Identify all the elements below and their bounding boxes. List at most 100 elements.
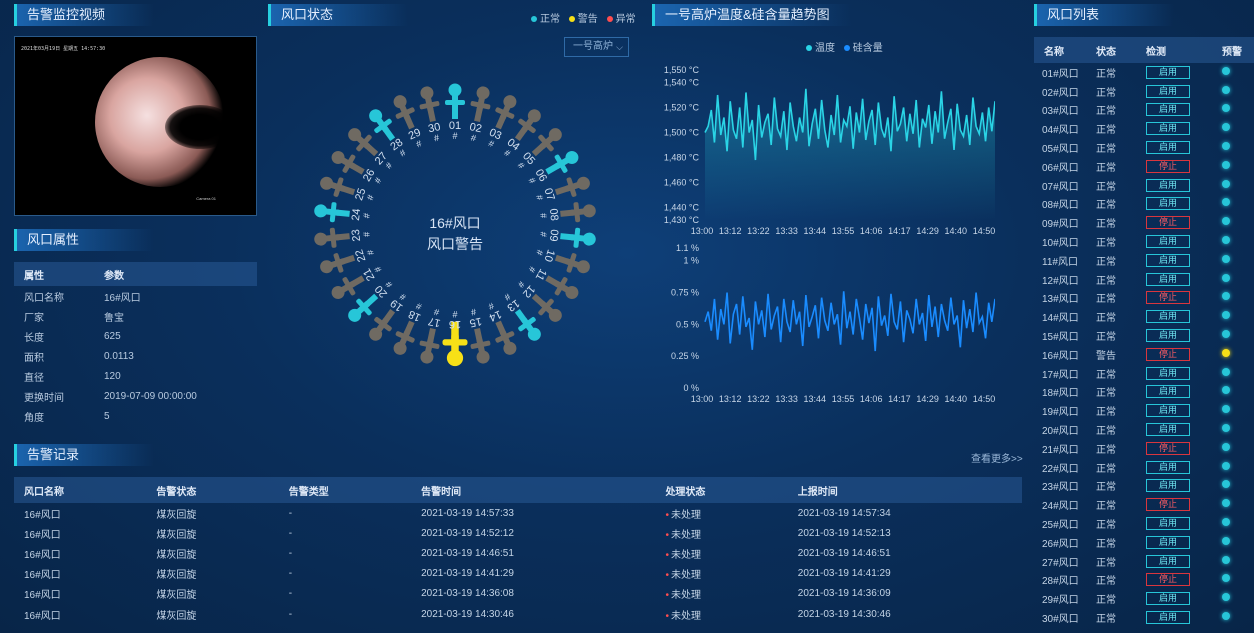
port-check-cell: 启用 [1146, 63, 1222, 82]
props-row: 面积 0.0113 [14, 346, 257, 366]
records-cell: • 未处理 [655, 523, 787, 543]
port-toggle-button[interactable]: 停止 [1146, 159, 1190, 173]
port-toggle-button[interactable]: 启用 [1146, 517, 1190, 531]
records-cell: 16#风口 [14, 523, 146, 543]
port-toggle-button[interactable]: 启用 [1146, 611, 1190, 624]
port-toggle-button[interactable]: 启用 [1146, 122, 1190, 136]
port-name: 30#风口 [1042, 614, 1079, 625]
props-row: 更换时间 2019-07-09 00:00:00 [14, 386, 257, 406]
tuyere-icon [320, 176, 356, 197]
port-status: 正常 [1096, 313, 1116, 325]
port-check-cell: 启用 [1146, 514, 1222, 533]
port-toggle-button[interactable]: 停止 [1146, 498, 1190, 512]
port-check-cell: 停止 [1146, 289, 1222, 308]
port-status: 正常 [1096, 200, 1116, 212]
port-toggle-button[interactable]: 启用 [1146, 310, 1190, 324]
chevron-down-icon: ⌵ [616, 42, 623, 52]
records-row[interactable]: 16#风口 煤灰回旋 - 2021-03-19 14:30:46 • 未处理 2021-03… [14, 604, 1022, 624]
port-check-cell: 停止 [1146, 495, 1222, 514]
port-toggle-button[interactable]: 停止 [1146, 291, 1190, 305]
records-panel-title: 告警记录 [14, 444, 154, 466]
port-row: 12#风口 正常 启用 [1034, 270, 1254, 289]
port-toggle-button[interactable]: 启用 [1146, 366, 1190, 380]
warning-led-icon [1222, 536, 1230, 545]
records-cell-text: 2021-03-19 14:57:34 [797, 507, 891, 519]
props-value: 0.0113 [104, 350, 134, 362]
port-toggle-button[interactable]: 启用 [1146, 103, 1190, 117]
port-toggle-button[interactable]: 启用 [1146, 592, 1190, 606]
port-toggle-button[interactable]: 启用 [1146, 554, 1190, 568]
port-toggle-button[interactable]: 启用 [1146, 272, 1190, 286]
records-row[interactable]: 16#风口 煤灰回旋 - 2021-03-19 14:41:29 • 未处理 2021-03… [14, 564, 1022, 584]
port-warn-cell [1222, 383, 1254, 402]
port-name: 13#风口 [1042, 294, 1079, 306]
port-toggle-button[interactable]: 启用 [1146, 385, 1190, 399]
view-more-link[interactable]: 查看更多>> [971, 450, 1023, 465]
port-toggle-button[interactable]: 停止 [1146, 441, 1190, 455]
records-cell: • 未处理 [655, 503, 787, 523]
records-cell-text: 煤灰回旋 [156, 529, 197, 541]
tuyere-hash: # [452, 309, 457, 319]
furnace-select-value: 一号高炉 [573, 41, 613, 52]
port-toggle-button[interactable]: 启用 [1146, 235, 1190, 249]
port-toggle-button[interactable]: 停止 [1146, 347, 1190, 361]
port-warn-cell [1222, 82, 1254, 101]
port-toggle-button[interactable]: 启用 [1146, 84, 1190, 98]
records-row[interactable]: 16#风口 煤灰回旋 - 2021-03-19 14:57:33 • 未处理 2021-03… [14, 503, 1022, 523]
records-row[interactable]: 16#风口 煤灰回旋 - 2021-03-19 14:52:12 • 未处理 2021-03… [14, 523, 1022, 543]
records-col-header: 告警时间 [411, 477, 656, 503]
records-col-header: 上报时间 [787, 477, 1022, 503]
tuyere-icon [495, 320, 517, 355]
warning-led-icon [1222, 85, 1230, 94]
records-row[interactable]: 16#风口 煤灰回旋 - 2021-03-19 14:36:08 • 未处理 2021-03… [14, 584, 1022, 604]
y-tick-label: 1,500 °C [664, 128, 700, 138]
alarm-video[interactable]: 2021年03月19日 星期五 14:57:30 Camera 01 [14, 36, 257, 216]
tuyere-hash: # [372, 176, 383, 185]
warning-led-icon [1222, 424, 1230, 433]
port-toggle-button[interactable]: 停止 [1146, 216, 1190, 230]
port-toggle-button[interactable]: 启用 [1146, 479, 1190, 493]
records-cell: 2021-03-19 14:52:12 [411, 523, 655, 543]
port-name: 01#风口 [1042, 68, 1079, 80]
port-toggle-button[interactable]: 启用 [1146, 329, 1190, 343]
port-toggle-button[interactable]: 启用 [1146, 178, 1190, 192]
furnace-select[interactable]: 一号高炉 ⌵ [564, 37, 629, 57]
port-toggle-button[interactable]: 启用 [1146, 65, 1190, 79]
warning-led-icon [1222, 160, 1230, 169]
tuyere-hash: # [383, 160, 394, 170]
props-table: 属性 参数 风口名称 16#风口 厂家 鲁宝 长度 625 面积 0.0113 直径 120 更换时… [14, 262, 257, 426]
records-cell: 2021-03-19 14:30:46 [411, 604, 655, 624]
port-name: 23#风口 [1042, 482, 1079, 494]
records-cell-text: 16#风口 [24, 549, 61, 561]
port-name: 14#风口 [1042, 313, 1079, 325]
records-row[interactable]: 16#风口 煤灰回旋 - 2021-03-19 14:46:51 • 未处理 2021-03… [14, 543, 1022, 563]
port-toggle-button[interactable]: 启用 [1146, 404, 1190, 418]
ports-col-header: 预警 [1222, 37, 1254, 63]
port-toggle-button[interactable]: 启用 [1146, 460, 1190, 474]
records-cell-text: 煤灰回旋 [156, 549, 197, 561]
x-tick-label: 14:17 [888, 394, 911, 404]
port-toggle-button[interactable]: 启用 [1146, 197, 1190, 211]
port-status: 正常 [1096, 87, 1116, 99]
port-status: 正常 [1096, 557, 1116, 569]
port-row: 03#风口 正常 启用 [1034, 101, 1254, 120]
port-toggle-button[interactable]: 启用 [1146, 535, 1190, 549]
port-row: 27#风口 正常 启用 [1034, 552, 1254, 571]
port-name: 28#风口 [1042, 576, 1079, 588]
tuyere-01[interactable]: 01# [445, 83, 465, 142]
port-toggle-button[interactable]: 启用 [1146, 423, 1190, 437]
port-status: 正常 [1096, 332, 1116, 344]
port-check-cell: 启用 [1146, 232, 1222, 251]
tuyere-hash: # [502, 291, 512, 302]
warning-led-icon [1222, 292, 1230, 301]
y-tick-label: 0.25 % [671, 351, 699, 361]
port-toggle-button[interactable]: 启用 [1146, 253, 1190, 267]
y-tick-label: 1 % [683, 256, 699, 266]
port-row: 08#风口 正常 启用 [1034, 195, 1254, 214]
props-value: 5 [104, 410, 110, 422]
warning-led-icon [1222, 179, 1230, 188]
port-toggle-button[interactable]: 停止 [1146, 573, 1190, 587]
port-toggle-button[interactable]: 启用 [1146, 141, 1190, 155]
records-cell: 2021-03-19 14:46:51 [411, 543, 655, 563]
port-status: 警告 [1096, 350, 1116, 362]
